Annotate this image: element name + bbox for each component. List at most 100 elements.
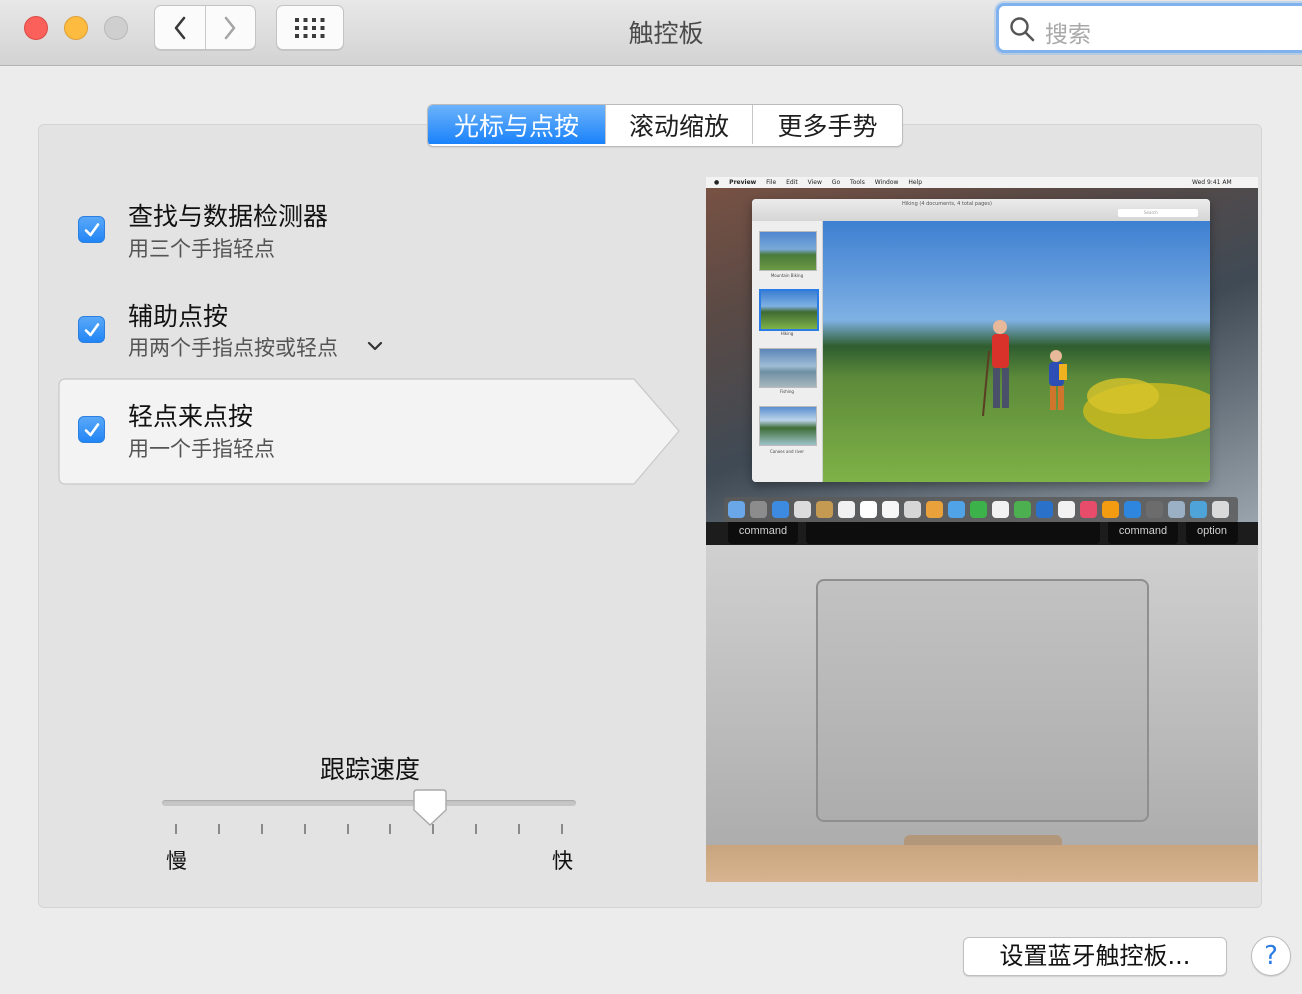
dock-app-icon xyxy=(838,501,855,518)
dock-app-icon xyxy=(1212,501,1229,518)
thumbnail-caption: Mountain Biking xyxy=(770,273,804,278)
dock-app-icon xyxy=(1146,501,1163,518)
menu-go: Go xyxy=(831,179,841,186)
command-key-left: command xyxy=(728,522,798,544)
grid-icon xyxy=(295,17,325,38)
show-all-button[interactable] xyxy=(276,5,344,50)
preview-menubar: ● Preview File Edit View Go Tools Window… xyxy=(706,177,1258,188)
command-key-right: command xyxy=(1108,522,1178,544)
chevron-right-icon xyxy=(224,16,236,39)
window-title: 触控板 xyxy=(628,19,704,48)
apple-icon: ● xyxy=(714,179,720,186)
dock-app-icon xyxy=(1168,501,1185,518)
thumbnail-canoes xyxy=(759,406,817,446)
menu-window: Window xyxy=(874,179,899,186)
lookup-subtitle: 用三个手指轻点 xyxy=(128,237,275,261)
dock-app-icon xyxy=(1080,501,1097,518)
tab-bar: 光标与点按 滚动缩放 更多手势 xyxy=(427,104,903,147)
tracking-speed-slider-track[interactable] xyxy=(162,800,576,806)
preview-hiking-photo xyxy=(823,221,1210,482)
preview-window-title: Hiking (4 documents, 4 total pages) xyxy=(902,201,992,207)
tracking-speed-label: 跟踪速度 xyxy=(319,755,420,784)
tap-to-click-checkbox[interactable] xyxy=(78,416,105,443)
tracking-speed-slider-thumb[interactable] xyxy=(412,788,448,828)
chevron-left-icon xyxy=(174,16,186,39)
dock-app-icon xyxy=(750,501,767,518)
space-bar xyxy=(806,522,1100,544)
slider-tick xyxy=(475,824,478,834)
close-window-button[interactable] xyxy=(24,16,48,40)
search-placeholder: 搜索 xyxy=(1045,22,1091,48)
dock-app-icon xyxy=(904,501,921,518)
dock-app-icon xyxy=(970,501,987,518)
hikers-illustration xyxy=(982,320,1210,439)
slider-tick xyxy=(518,824,521,834)
thumbnail-caption: Fishing xyxy=(780,389,794,394)
zoom-window-button[interactable] xyxy=(104,16,128,40)
dock-app-icon xyxy=(992,501,1009,518)
checkmark-icon xyxy=(84,423,100,437)
dock-app-icon xyxy=(1014,501,1031,518)
preview-dock xyxy=(724,497,1238,523)
preview-search-field: Search xyxy=(1118,209,1198,217)
dock-app-icon xyxy=(1190,501,1207,518)
tab-more-gestures[interactable]: 更多手势 xyxy=(752,105,902,144)
forward-button[interactable] xyxy=(204,6,256,49)
dock-app-icon xyxy=(728,501,745,518)
chevron-down-icon[interactable] xyxy=(367,340,383,352)
preview-desktop: ● Preview File Edit View Go Tools Window… xyxy=(706,177,1258,523)
menu-preview: Preview xyxy=(729,179,757,186)
slider-tick xyxy=(346,824,349,834)
preview-toolbar: Hiking (4 documents, 4 total pages) Sear… xyxy=(752,199,1210,222)
menu-file: File xyxy=(766,179,777,186)
thumbnail-hiking xyxy=(759,289,819,331)
back-button[interactable] xyxy=(155,6,205,49)
checkmark-icon xyxy=(84,323,100,337)
dock-app-icon xyxy=(1102,501,1119,518)
secondary-click-title: 辅助点按 xyxy=(128,302,229,331)
dock-app-icon xyxy=(1058,501,1075,518)
slider-tick xyxy=(389,824,392,834)
dock-app-icon xyxy=(948,501,965,518)
secondary-click-dropdown[interactable]: 用两个手指点按或轻点 xyxy=(128,332,338,362)
search-field[interactable]: 搜索 xyxy=(996,3,1302,53)
preview-trackpad xyxy=(816,579,1149,822)
gesture-preview-image: ● Preview File Edit View Go Tools Window… xyxy=(706,177,1258,882)
dock-app-icon xyxy=(860,501,877,518)
option-key: option xyxy=(1186,522,1238,544)
help-button[interactable]: ? xyxy=(1251,936,1291,976)
setup-bluetooth-trackpad-button[interactable]: 设置蓝牙触控板... xyxy=(963,937,1227,976)
menu-view: View xyxy=(807,179,822,186)
preview-laptop-body xyxy=(706,545,1258,845)
thumbnail-mountain-biking xyxy=(759,231,817,271)
secondary-click-checkbox[interactable] xyxy=(78,316,105,343)
dock-app-icon xyxy=(772,501,789,518)
slider-tick xyxy=(303,824,306,834)
thumbnail-fishing xyxy=(759,348,817,388)
menu-help: Help xyxy=(908,179,923,186)
lookup-title: 查找与数据检测器 xyxy=(128,202,329,231)
preview-app-window: Hiking (4 documents, 4 total pages) Sear… xyxy=(752,199,1210,482)
tab-point-and-click[interactable]: 光标与点按 xyxy=(428,105,605,144)
search-icon xyxy=(1010,17,1035,42)
slider-tick xyxy=(260,824,263,834)
preview-desk xyxy=(706,845,1258,882)
thumbnail-caption: Canoes and river xyxy=(769,449,805,454)
lookup-checkbox[interactable] xyxy=(78,216,105,243)
slider-tick xyxy=(217,824,220,834)
checkmark-icon xyxy=(84,223,100,237)
slider-tick xyxy=(175,824,177,834)
dock-app-icon xyxy=(882,501,899,518)
menu-edit: Edit xyxy=(786,179,798,186)
tab-scroll-and-zoom[interactable]: 滚动缩放 xyxy=(605,105,752,144)
dock-app-icon xyxy=(926,501,943,518)
slider-tick xyxy=(561,824,563,834)
dock-app-icon xyxy=(794,501,811,518)
thumbnail-caption: Hiking xyxy=(780,331,794,336)
title-bar: 触控板 搜索 xyxy=(0,0,1302,66)
dock-app-icon xyxy=(1124,501,1141,518)
minimize-window-button[interactable] xyxy=(64,16,88,40)
menu-clock: Wed 9:41 AM xyxy=(1192,179,1232,186)
dock-app-icon xyxy=(816,501,833,518)
preview-sidebar: Mountain Biking Hiking Fishing Canoes an… xyxy=(752,221,823,482)
